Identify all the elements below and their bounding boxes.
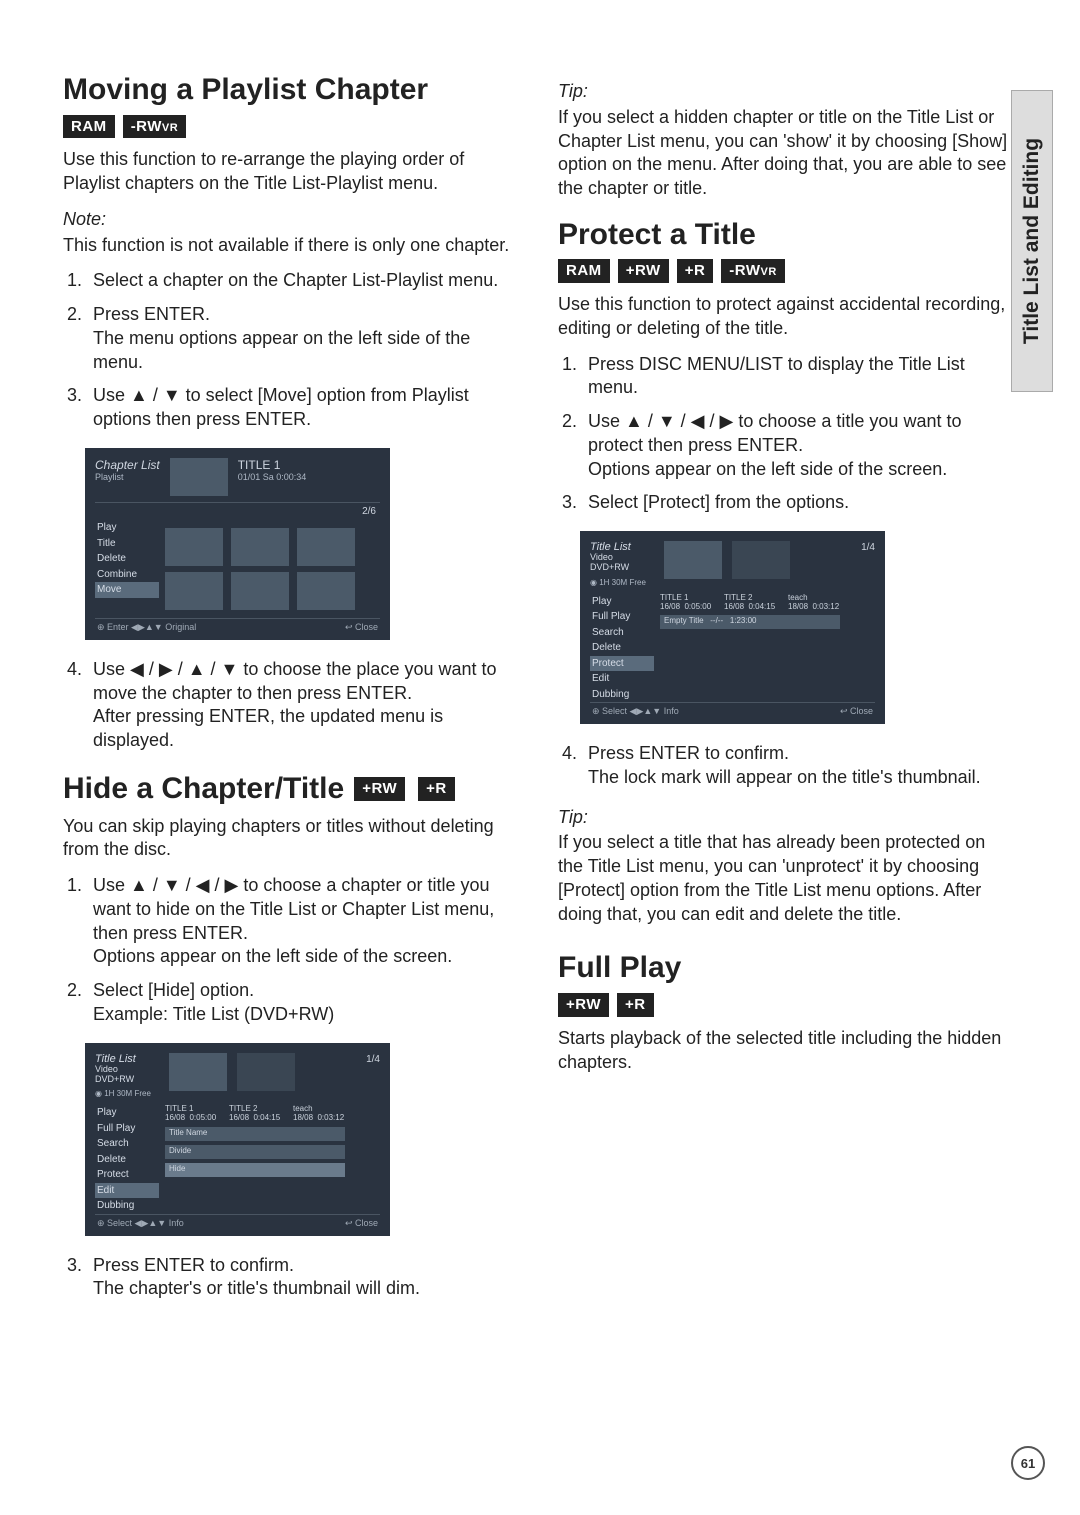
- protect-step-2: Use ▲ / ▼ / ◀ / ▶ to choose a title you …: [582, 410, 1015, 481]
- tip1-label: Tip:: [558, 80, 1015, 104]
- badge-prw: +RW: [354, 777, 405, 801]
- badge-ram: RAM: [63, 115, 115, 139]
- section-tab-label: Title List and Editing: [1020, 138, 1044, 344]
- tip1-body: If you select a hidden chapter or title …: [558, 106, 1015, 201]
- moving-steps-cont: Use ◀ / ▶ / ▲ / ▼ to choose the place yo…: [63, 658, 520, 753]
- ss-chapter-cell: [165, 528, 223, 566]
- hide-steps: Use ▲ / ▼ / ◀ / ▶ to choose a chapter or…: [63, 874, 520, 1027]
- moving-intro: Use this function to re-arrange the play…: [63, 148, 520, 196]
- right-column: Tip: If you select a hidden chapter or t…: [558, 70, 1015, 1317]
- heading-full-play: Full Play: [558, 948, 1015, 988]
- ss-preview-thumb: [169, 1053, 227, 1091]
- hide-steps-cont: Press ENTER to confirm. The chapter's or…: [63, 1254, 520, 1302]
- note-label: Note:: [63, 208, 520, 232]
- badges-moving: RAM -RWVR: [63, 114, 520, 139]
- heading-moving-playlist: Moving a Playlist Chapter: [63, 70, 520, 110]
- ss-chapter-cell: [297, 528, 355, 566]
- ss-chapter-cell: [165, 572, 223, 610]
- protect-steps-cont: Press ENTER to confirm. The lock mark wi…: [558, 742, 1015, 790]
- ss-preview-thumb: [664, 541, 722, 579]
- tip2-label: Tip:: [558, 806, 1015, 830]
- ss-empty-title: Empty Title --/-- 1:23:00: [660, 615, 840, 629]
- ss-preview-thumb: [237, 1053, 295, 1091]
- badge-pr: +R: [418, 777, 455, 801]
- badges-fullplay: +RW +R: [558, 992, 1015, 1017]
- hide-intro: You can skip playing chapters or titles …: [63, 815, 520, 863]
- screenshot-chapter-list: Chapter List Playlist TITLE 1 01/01 Sa 0…: [85, 448, 390, 640]
- protect-step-1: Press DISC MENU/LIST to display the Titl…: [582, 353, 1015, 401]
- manual-page: Title List and Editing Moving a Playlist…: [0, 0, 1080, 1515]
- protect-steps: Press DISC MENU/LIST to display the Titl…: [558, 353, 1015, 516]
- protect-step-4: Press ENTER to confirm. The lock mark wi…: [582, 742, 1015, 790]
- badge-rwvr: -RWVR: [123, 115, 187, 139]
- badge-ram: RAM: [558, 259, 610, 283]
- screenshot-title-list-protect: Title List Video DVD+RW ◉ 1H 30M Free 1/…: [580, 531, 885, 724]
- columns: Moving a Playlist Chapter RAM -RWVR Use …: [63, 70, 1015, 1317]
- badge-prw: +RW: [618, 259, 669, 283]
- moving-step-2: Press ENTER. The menu options appear on …: [87, 303, 520, 374]
- hide-step-3: Press ENTER to confirm. The chapter's or…: [87, 1254, 520, 1302]
- ss-chapter-cell: [297, 572, 355, 610]
- ss-chapter-cell: [231, 572, 289, 610]
- moving-step-3: Use ▲ / ▼ to select [Move] option from P…: [87, 384, 520, 432]
- note-body: This function is not available if there …: [63, 234, 520, 258]
- badge-pr: +R: [617, 993, 654, 1017]
- badge-pr: +R: [677, 259, 714, 283]
- heading-hide-chapter: Hide a Chapter/Title +RW +R: [63, 769, 520, 809]
- fullplay-body: Starts playback of the selected title in…: [558, 1027, 1015, 1075]
- left-column: Moving a Playlist Chapter RAM -RWVR Use …: [63, 70, 520, 1317]
- badges-protect: RAM +RW +R -RWVR: [558, 258, 1015, 283]
- ss-preview-thumb: [170, 458, 228, 496]
- screenshot-title-list-hide: Title List Video DVD+RW ◉ 1H 30M Free 1/…: [85, 1043, 390, 1236]
- page-number: 61: [1011, 1446, 1045, 1480]
- badge-prw: +RW: [558, 993, 609, 1017]
- protect-step-3: Select [Protect] from the options.: [582, 491, 1015, 515]
- ss-header: Chapter List Playlist: [95, 458, 160, 483]
- moving-step-1: Select a chapter on the Chapter List-Pla…: [87, 269, 520, 293]
- ss-chapter-cell: [231, 528, 289, 566]
- ss-page-indicator: 2/6: [95, 503, 380, 520]
- tip2-body: If you select a title that has already b…: [558, 831, 1015, 926]
- ss-menu: Play Title Delete Combine Move: [95, 520, 159, 618]
- heading-protect-title: Protect a Title: [558, 215, 1015, 255]
- moving-steps: Select a chapter on the Chapter List-Pla…: [63, 269, 520, 432]
- hide-step-1: Use ▲ / ▼ / ◀ / ▶ to choose a chapter or…: [87, 874, 520, 969]
- ss-menu: Play Full Play Search Delete Protect Edi…: [95, 1105, 159, 1214]
- ss-menu: Play Full Play Search Delete Protect Edi…: [590, 594, 654, 703]
- protect-intro: Use this function to protect against acc…: [558, 293, 1015, 341]
- section-tab: Title List and Editing: [1011, 90, 1053, 392]
- hide-step-2: Select [Hide] option. Example: Title Lis…: [87, 979, 520, 1027]
- badge-rwvr: -RWVR: [721, 259, 785, 283]
- moving-step-4: Use ◀ / ▶ / ▲ / ▼ to choose the place yo…: [87, 658, 520, 753]
- ss-preview-thumb: [732, 541, 790, 579]
